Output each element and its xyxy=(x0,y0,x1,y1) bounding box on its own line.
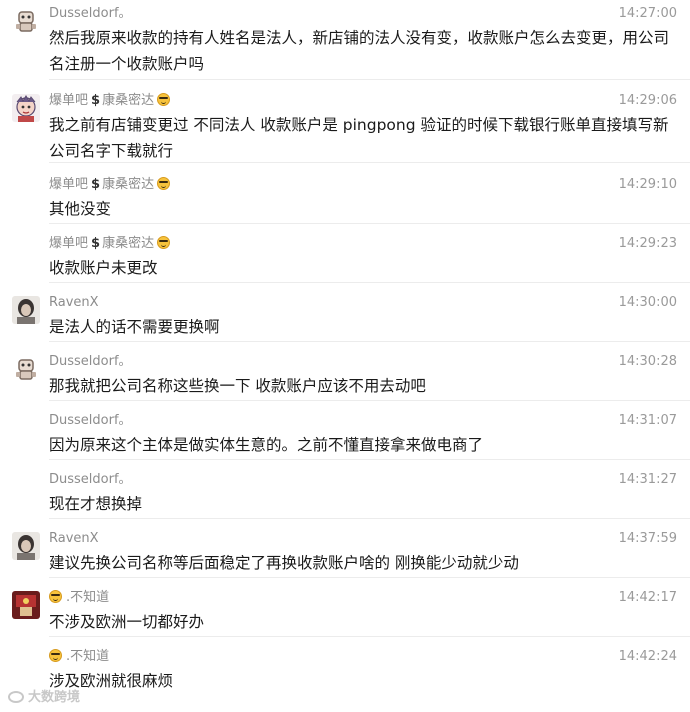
sunglasses-emoji-icon xyxy=(157,236,171,249)
sender-name: 爆单吧 $ 康桑密达 xyxy=(49,91,171,111)
sender-nickname: 爆单吧 xyxy=(49,236,89,251)
message-text: 不涉及欧洲一切都好办 xyxy=(49,613,205,631)
sender-nickname: 爆单吧 xyxy=(49,93,89,108)
divider xyxy=(49,79,690,80)
chat-history: Dusseldorf。 14:27:00 然后我原来收款的持有人姓名是法人，新店… xyxy=(0,0,690,712)
message-time: 14:30:28 xyxy=(618,354,677,369)
dollar-icon: $ xyxy=(91,93,101,108)
message-time: 14:42:24 xyxy=(618,649,677,664)
message-text: 收款账户未更改 xyxy=(49,259,158,277)
message-text: 现在才想换掉 xyxy=(49,495,143,513)
chat-message: 爆单吧 $ 康桑密达 14:29:23 收款账户未更改 xyxy=(0,230,690,283)
divider xyxy=(49,459,690,460)
message-time: 14:29:23 xyxy=(618,236,677,251)
sender-title: 康桑密达 xyxy=(102,177,155,192)
weibo-logo-icon xyxy=(8,691,24,703)
chat-message: Dusseldorf。 14:27:00 然后我原来收款的持有人姓名是法人，新店… xyxy=(0,0,690,80)
chat-message: Dusseldorf。 14:31:07 因为原来这个主体是做实体生意的。之前不… xyxy=(0,407,690,460)
message-text: 那我就把公司名称这些换一下 收款账户应该不用去动吧 xyxy=(49,377,426,395)
dollar-icon: $ xyxy=(91,177,101,192)
divider xyxy=(49,223,690,224)
message-text: 然后我原来收款的持有人姓名是法人，新店铺的法人没有变，收款账户怎么去变更，用公司… xyxy=(49,29,670,73)
divider xyxy=(49,400,690,401)
divider xyxy=(49,162,690,163)
chat-message: Dusseldorf。 14:31:27 现在才想换掉 xyxy=(0,466,690,519)
sender-name: .不知道 xyxy=(49,588,109,608)
watermark: 大数跨境 xyxy=(8,686,80,705)
chat-message: 爆单吧 $ 康桑密达 14:29:10 其他没变 xyxy=(0,171,690,224)
divider xyxy=(49,341,690,342)
message-time: 14:37:59 xyxy=(618,531,677,546)
message-time: 14:31:27 xyxy=(618,472,677,487)
grinning-emoji-icon xyxy=(49,649,62,662)
chat-message: .不知道 14:42:24 涉及欧洲就很麻烦 xyxy=(0,643,690,703)
sender-nickname: .不知道 xyxy=(66,590,110,605)
sunglasses-emoji-icon xyxy=(157,177,171,190)
divider xyxy=(49,282,690,283)
message-time: 14:30:00 xyxy=(618,295,677,310)
cartoon-avatar[interactable] xyxy=(12,94,40,122)
sender-name: Dusseldorf。 xyxy=(49,354,132,369)
message-time: 14:31:07 xyxy=(618,413,677,428)
chat-message: Dusseldorf。 14:30:28 那我就把公司名称这些换一下 收款账户应… xyxy=(0,348,690,401)
message-text: 其他没变 xyxy=(49,200,112,218)
sender-name: Dusseldorf。 xyxy=(49,413,132,428)
sender-name: Dusseldorf。 xyxy=(49,472,132,487)
red-avatar[interactable] xyxy=(12,591,40,619)
message-text: 涉及欧洲就很麻烦 xyxy=(49,672,174,690)
watermark-text: 大数跨境 xyxy=(28,690,81,705)
sender-name: RavenX xyxy=(49,531,99,546)
grinning-emoji-icon xyxy=(49,590,62,603)
dollar-icon: $ xyxy=(91,236,101,251)
sender-name: 爆单吧 $ 康桑密达 xyxy=(49,175,171,195)
photo-avatar[interactable] xyxy=(12,296,40,324)
photo-avatar[interactable] xyxy=(12,532,40,560)
divider xyxy=(49,636,690,637)
message-time: 14:42:17 xyxy=(618,590,677,605)
message-time: 14:27:00 xyxy=(618,6,677,21)
sender-title: 康桑密达 xyxy=(102,236,155,251)
sender-nickname: .不知道 xyxy=(66,649,110,664)
chat-message: 爆单吧 $ 康桑密达 14:29:06 我之前有店铺变更过 不同法人 收款账户是 p… xyxy=(0,87,690,163)
robot-avatar[interactable] xyxy=(12,7,40,35)
sender-name: .不知道 xyxy=(49,647,109,667)
divider xyxy=(49,577,690,578)
message-time: 14:29:10 xyxy=(618,177,677,192)
chat-message: RavenX 14:30:00 是法人的话不需要更换啊 xyxy=(0,289,690,342)
sender-title: 康桑密达 xyxy=(102,93,155,108)
sender-name: RavenX xyxy=(49,295,99,310)
message-text: 是法人的话不需要更换啊 xyxy=(49,318,220,336)
sender-name: 爆单吧 $ 康桑密达 xyxy=(49,234,171,254)
sunglasses-emoji-icon xyxy=(157,93,171,106)
robot-avatar[interactable] xyxy=(12,355,40,383)
message-text: 建议先换公司名称等后面稳定了再换收款账户啥的 刚换能少动就少动 xyxy=(49,554,519,572)
message-time: 14:29:06 xyxy=(618,93,677,108)
chat-message: .不知道 14:42:17 不涉及欧洲一切都好办 xyxy=(0,584,690,637)
chat-message: RavenX 14:37:59 建议先换公司名称等后面稳定了再换收款账户啥的 刚… xyxy=(0,525,690,578)
divider xyxy=(49,518,690,519)
sender-name: Dusseldorf。 xyxy=(49,6,132,21)
message-text: 因为原来这个主体是做实体生意的。之前不懂直接拿来做电商了 xyxy=(49,436,484,454)
sender-nickname: 爆单吧 xyxy=(49,177,89,192)
message-text: 我之前有店铺变更过 不同法人 收款账户是 pingpong 验证的时候下载银行账… xyxy=(49,116,669,160)
